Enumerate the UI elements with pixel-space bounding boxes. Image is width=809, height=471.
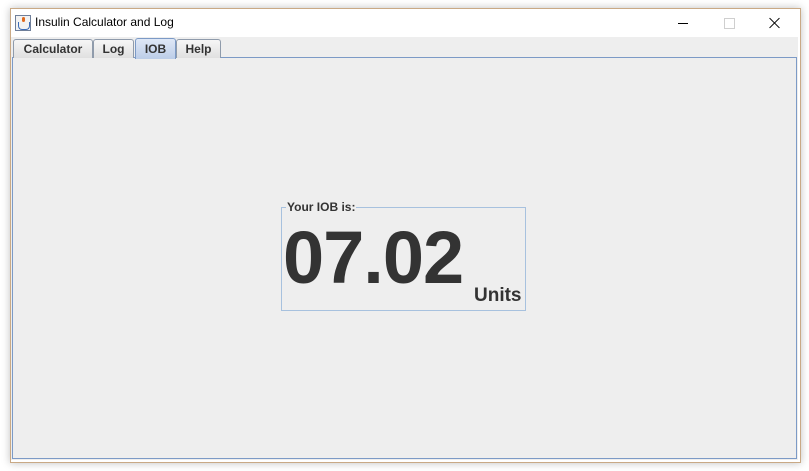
iob-tab-panel: Your IOB is: 07.02 Units (12, 57, 797, 459)
tab-iob[interactable]: IOB (135, 38, 176, 59)
maximize-button[interactable] (706, 9, 752, 37)
app-window: Insulin Calculator and Log Your IOB is: … (0, 0, 809, 471)
iob-value: 07.02 (283, 216, 464, 299)
window-title: Insulin Calculator and Log (35, 15, 174, 29)
close-icon (769, 17, 781, 29)
tab-log[interactable]: Log (93, 39, 134, 58)
java-cup-icon (15, 15, 31, 31)
tab-help[interactable]: Help (176, 39, 221, 58)
iob-legend: Your IOB is: (286, 200, 357, 214)
title-bar[interactable]: Insulin Calculator and Log (11, 9, 798, 37)
client-area: Your IOB is: 07.02 Units Calculator Log … (11, 37, 798, 460)
maximize-icon (723, 17, 735, 29)
close-button[interactable] (752, 9, 798, 37)
minimize-button[interactable] (660, 9, 706, 37)
minimize-icon (678, 22, 688, 24)
iob-units-label: Units (474, 285, 522, 306)
tab-calculator[interactable]: Calculator (13, 39, 93, 58)
